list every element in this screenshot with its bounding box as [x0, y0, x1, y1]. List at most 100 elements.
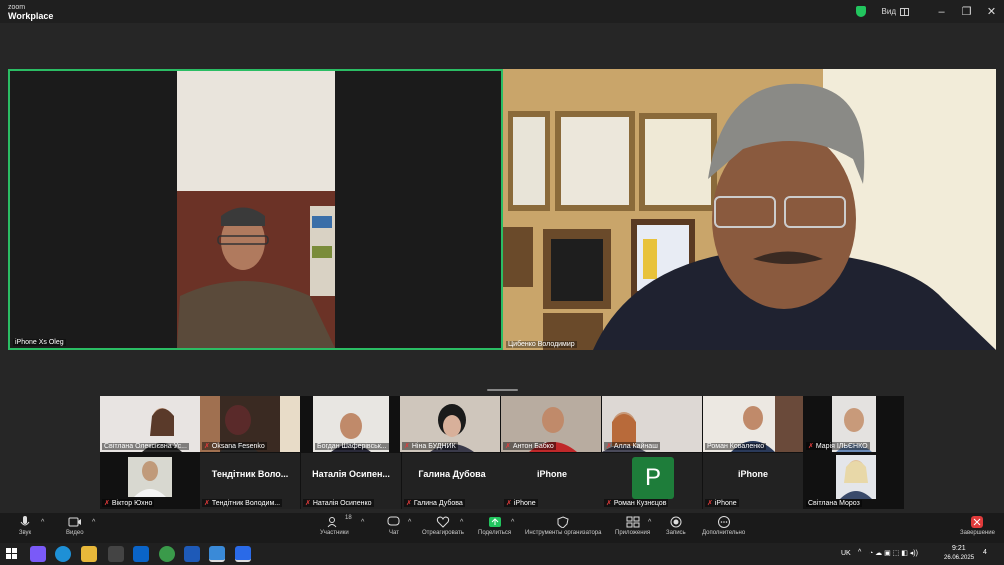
gallery-tile[interactable]: iPhone ✗ iPhone: [703, 453, 803, 509]
muted-mic-icon: ✗: [506, 500, 512, 507]
participant-label: Алла Кайнаш: [613, 442, 658, 450]
participants-icon: [327, 517, 337, 528]
logo-bottom: Workplace: [8, 10, 54, 21]
audio-options-chevron-up-icon[interactable]: ^: [41, 519, 44, 526]
react-chevron-up-icon[interactable]: ^: [460, 519, 463, 526]
react-button[interactable]: Отреагировать: [422, 516, 464, 536]
participant-display-name: Наталія Осипен...: [312, 469, 390, 479]
more-button[interactable]: Дополнительно: [702, 516, 745, 536]
participants-chevron-up-icon[interactable]: ^: [361, 519, 364, 526]
participant-name: ✗ Ніна БУДНИК: [402, 442, 458, 450]
video-tile-speaker-1[interactable]: iPhone Xs Oleg: [8, 69, 503, 350]
notifications-badge[interactable]: 4: [983, 549, 987, 556]
gallery-tile[interactable]: P ✗ Роман Кузнєцов: [602, 453, 702, 509]
muted-mic-icon: ✗: [406, 500, 412, 507]
share-chevron-up-icon[interactable]: ^: [511, 519, 514, 526]
muted-mic-icon: ✗: [707, 500, 713, 507]
copilot-icon[interactable]: [30, 546, 46, 562]
zoom-meeting-taskbar-icon[interactable]: [235, 546, 251, 562]
clock-time[interactable]: 9:21: [952, 545, 966, 552]
muted-mic-icon: ✗: [505, 443, 511, 450]
chrome-icon[interactable]: [159, 546, 175, 562]
end-meeting-button[interactable]: Завершение: [960, 516, 995, 536]
language-indicator[interactable]: UK: [841, 550, 851, 557]
record-button[interactable]: Запись: [666, 516, 686, 536]
muted-mic-icon: ✗: [104, 500, 110, 507]
apps-label: Приложения: [615, 530, 651, 536]
record-icon: [670, 516, 682, 528]
gallery-tile[interactable]: ✗ Марія ІЛЬЄНКО: [804, 396, 904, 452]
audio-label: Звук: [18, 530, 32, 536]
host-tools-button[interactable]: Инструменты организатора: [525, 516, 601, 536]
video-tile-speaker-2[interactable]: Цибенко Володимир: [503, 69, 996, 350]
tray-chevron-up-icon[interactable]: ^: [858, 549, 861, 556]
view-grid-icon[interactable]: [900, 7, 909, 16]
video-feed-1: [10, 71, 501, 348]
participants-label: Участники: [320, 530, 349, 536]
muted-mic-icon: ✗: [204, 443, 210, 450]
video-button[interactable]: Видео: [66, 516, 84, 536]
chat-chevron-up-icon[interactable]: ^: [408, 519, 411, 526]
chat-label: Чат: [389, 530, 399, 536]
gallery-tile[interactable]: Світлана Мороз: [804, 453, 904, 509]
gallery-tile[interactable]: Богдан Шаферівськ...: [313, 396, 389, 452]
apps-button[interactable]: Приложения: [615, 516, 650, 536]
more-dots-icon: [717, 516, 730, 528]
zoom-taskbar-icon[interactable]: [209, 546, 225, 562]
encryption-shield-icon[interactable]: [855, 6, 866, 17]
video-label: Видео: [66, 530, 84, 536]
more-label: Дополнительно: [702, 530, 746, 536]
muted-mic-icon: ✗: [305, 500, 311, 507]
participant-display-name: Тендітник Воло...: [211, 469, 289, 479]
tray-icons[interactable]: ◔ ☁ ▣ ⬚ ◧ ◂)): [869, 549, 918, 557]
gallery-tile[interactable]: ✗ Віктор Юхно: [100, 453, 200, 509]
gallery-tile[interactable]: Галина Дубова ✗ Галина Дубова: [402, 453, 502, 509]
participant-label: iPhone: [714, 499, 737, 507]
word-icon[interactable]: [184, 546, 200, 562]
zoom-logo: zoom Workplace: [8, 4, 54, 21]
store-icon[interactable]: [108, 546, 124, 562]
windows-start-icon[interactable]: [6, 548, 17, 559]
participant-name: ✗ iPhone: [705, 499, 739, 507]
participant-label: Наталія Осипенко: [312, 499, 372, 507]
resize-handle[interactable]: [487, 389, 518, 391]
video-options-chevron-up-icon[interactable]: ^: [92, 519, 95, 526]
react-label: Отреагировать: [422, 530, 464, 536]
minimize-button[interactable]: –: [929, 6, 954, 18]
muted-mic-icon: ✗: [606, 443, 612, 450]
gallery-tile[interactable]: ✗ Oksana Fesenko: [200, 396, 300, 452]
participant-name: ✗ Oksana Fesenko: [202, 442, 267, 450]
file-explorer-icon[interactable]: [81, 546, 97, 562]
apps-chevron-up-icon[interactable]: ^: [648, 519, 651, 526]
muted-mic-icon: ✗: [808, 443, 814, 450]
end-label: Завершение: [960, 530, 995, 536]
gallery-tile[interactable]: ✗ Алла Кайнаш: [602, 396, 702, 452]
participant-label: Галина Дубова: [413, 499, 463, 507]
meeting-stage: iPhone Xs Oleg Цибенко Володимир Світлан…: [0, 23, 1004, 513]
audio-button[interactable]: Звук: [18, 516, 32, 536]
participant-label: Марія ІЛЬЄНКО: [815, 442, 868, 450]
outlook-icon[interactable]: [133, 546, 149, 562]
chat-button[interactable]: Чат: [387, 516, 401, 536]
gallery-tile[interactable]: iPhone ✗ iPhone: [502, 453, 602, 509]
maximize-button[interactable]: ❐: [954, 5, 979, 18]
share-button[interactable]: Поделиться: [478, 516, 511, 536]
participant-label: iPhone: [513, 499, 536, 507]
shield-icon: [557, 516, 569, 528]
clock-date[interactable]: 26.06.2025: [944, 555, 974, 561]
edge-browser-icon[interactable]: [55, 546, 71, 562]
avatar: P: [632, 457, 674, 499]
gallery-tile[interactable]: Тендітник Воло... ✗ Тендітник Володим...: [200, 453, 300, 509]
participant-label: Ніна БУДНИК: [411, 442, 456, 450]
heart-icon: [436, 516, 450, 528]
view-label[interactable]: Вид: [882, 7, 896, 16]
participant-name: ✗ Віктор Юхно: [102, 499, 155, 507]
gallery-tile[interactable]: Світлана Олексієвна Ус...: [100, 396, 200, 452]
close-button[interactable]: ✕: [979, 5, 1004, 18]
gallery-tile[interactable]: ✗ Ніна БУДНИК: [400, 396, 500, 452]
gallery-tile[interactable]: ✗ Антон Бабко: [501, 396, 601, 452]
gallery-tile[interactable]: Роман Коваленко: [703, 396, 803, 452]
gallery-tile[interactable]: Наталія Осипен... ✗ Наталія Осипенко: [301, 453, 401, 509]
host-tools-label: Инструменты организатора: [525, 530, 602, 536]
participant-label: Антон Бабко: [512, 442, 554, 450]
